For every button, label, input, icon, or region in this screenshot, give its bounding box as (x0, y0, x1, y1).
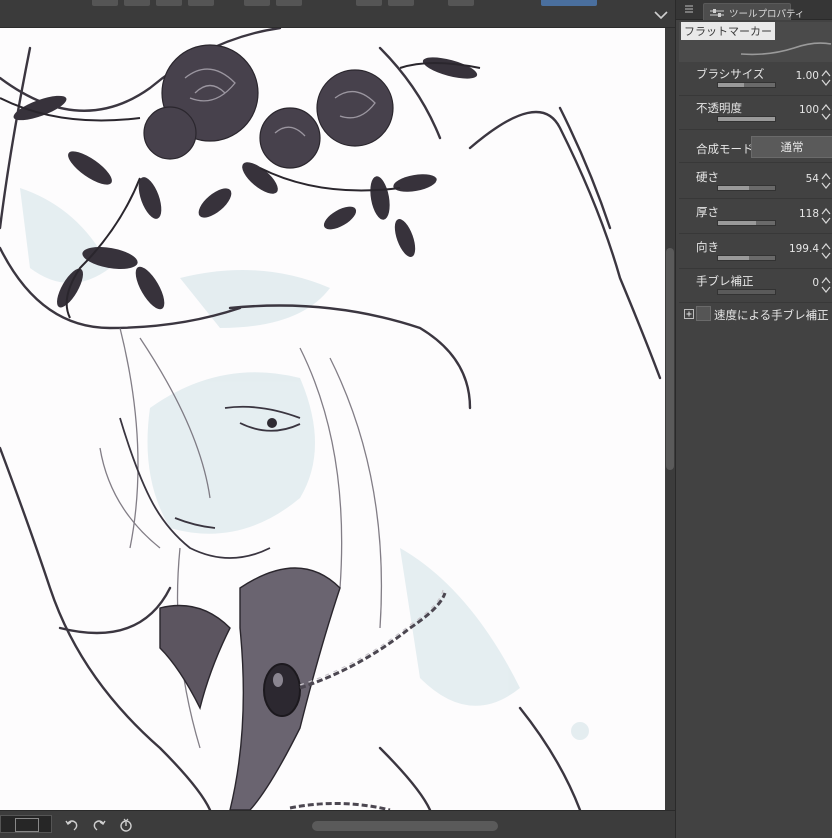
tab-tool-property[interactable]: ツールプロパティ (703, 3, 804, 20)
property-value[interactable]: 1.00 (796, 70, 819, 82)
opacity-slider[interactable] (717, 116, 776, 122)
spin-arrows-icon[interactable] (821, 103, 831, 121)
property-label: ブラシサイズ (696, 67, 765, 81)
expand-plus-icon[interactable] (684, 309, 694, 319)
property-brush-size[interactable]: ブラシサイズ 1.00 (679, 62, 832, 96)
panel-tab-bar: ツールプロパティ (676, 0, 832, 20)
blend-mode-label: 合成モード (696, 142, 754, 156)
speed-stabilization-row: 速度による手ブレ補正 (679, 302, 832, 326)
command-button[interactable] (188, 0, 214, 6)
navigator-preview[interactable] (0, 815, 52, 833)
property-label: 手ブレ補正 (696, 274, 754, 288)
blend-mode-select[interactable]: 通常 (751, 136, 832, 158)
horizontal-scroll-thumb[interactable] (312, 821, 498, 831)
speed-stabilization-checkbox[interactable] (696, 306, 711, 321)
property-value[interactable]: 100 (799, 104, 819, 116)
direction-slider[interactable] (717, 255, 776, 261)
rotate-reset-icon[interactable] (118, 817, 134, 833)
command-bar (0, 0, 675, 28)
spin-arrows-icon[interactable] (821, 172, 831, 190)
property-opacity[interactable]: 不透明度 100 (679, 96, 832, 130)
brush-size-slider[interactable] (717, 82, 776, 88)
command-button-active[interactable] (541, 0, 597, 6)
spin-arrows-icon[interactable] (821, 69, 831, 87)
slider-fill (718, 186, 749, 190)
tool-property-panel: ツールプロパティ フラットマーカー ブラシサイズ 1.00 不透明度 100 合… (675, 0, 832, 838)
tab-label: ツールプロパティ (729, 9, 805, 20)
sliders-icon (710, 9, 724, 17)
app-window: ツールプロパティ フラットマーカー ブラシサイズ 1.00 不透明度 100 合… (0, 0, 832, 838)
status-bar (0, 810, 675, 838)
thickness-slider[interactable] (717, 220, 776, 226)
property-stabilization[interactable]: 手ブレ補正 0 (679, 269, 832, 303)
spin-arrows-icon[interactable] (821, 207, 831, 225)
property-label: 硬さ (696, 170, 719, 184)
redo-icon[interactable] (91, 817, 107, 833)
vertical-scrollbar[interactable] (665, 28, 675, 810)
hardness-slider[interactable] (717, 185, 776, 191)
spin-arrows-icon[interactable] (821, 242, 831, 260)
brush-stroke-preview (740, 42, 832, 56)
property-direction[interactable]: 向き 199.4 (679, 235, 832, 269)
command-button[interactable] (356, 0, 382, 6)
command-button[interactable] (124, 0, 150, 6)
slider-fill (718, 83, 744, 87)
menu-icon[interactable] (684, 4, 694, 14)
property-value[interactable]: 0 (812, 277, 819, 289)
slider-fill (718, 117, 775, 121)
property-value[interactable]: 118 (799, 208, 819, 220)
command-button[interactable] (244, 0, 270, 6)
vertical-scroll-thumb[interactable] (666, 248, 674, 470)
property-value[interactable]: 199.4 (789, 243, 819, 255)
brush-preview: フラットマーカー (679, 22, 832, 62)
property-thickness[interactable]: 厚さ 118 (679, 200, 832, 234)
property-hardness[interactable]: 硬さ 54 (679, 165, 832, 199)
artwork-image (0, 28, 665, 810)
property-label: 厚さ (696, 205, 719, 219)
stabilization-slider[interactable] (717, 289, 776, 295)
slider-fill (718, 256, 750, 260)
spin-arrows-icon[interactable] (821, 276, 831, 294)
property-label: 不透明度 (696, 101, 742, 115)
command-button[interactable] (388, 0, 414, 6)
command-button[interactable] (156, 0, 182, 6)
command-button[interactable] (276, 0, 302, 6)
chevron-down-icon[interactable] (652, 8, 670, 22)
undo-icon[interactable] (64, 817, 80, 833)
property-value[interactable]: 54 (806, 173, 819, 185)
speed-stabilization-label: 速度による手ブレ補正 (714, 308, 829, 322)
slider-fill (718, 221, 756, 225)
property-label: 向き (696, 240, 719, 254)
property-blend-mode: 合成モード 通常 (679, 133, 832, 163)
command-button[interactable] (448, 0, 474, 6)
command-button[interactable] (92, 0, 118, 6)
drawing-canvas[interactable] (0, 28, 665, 810)
